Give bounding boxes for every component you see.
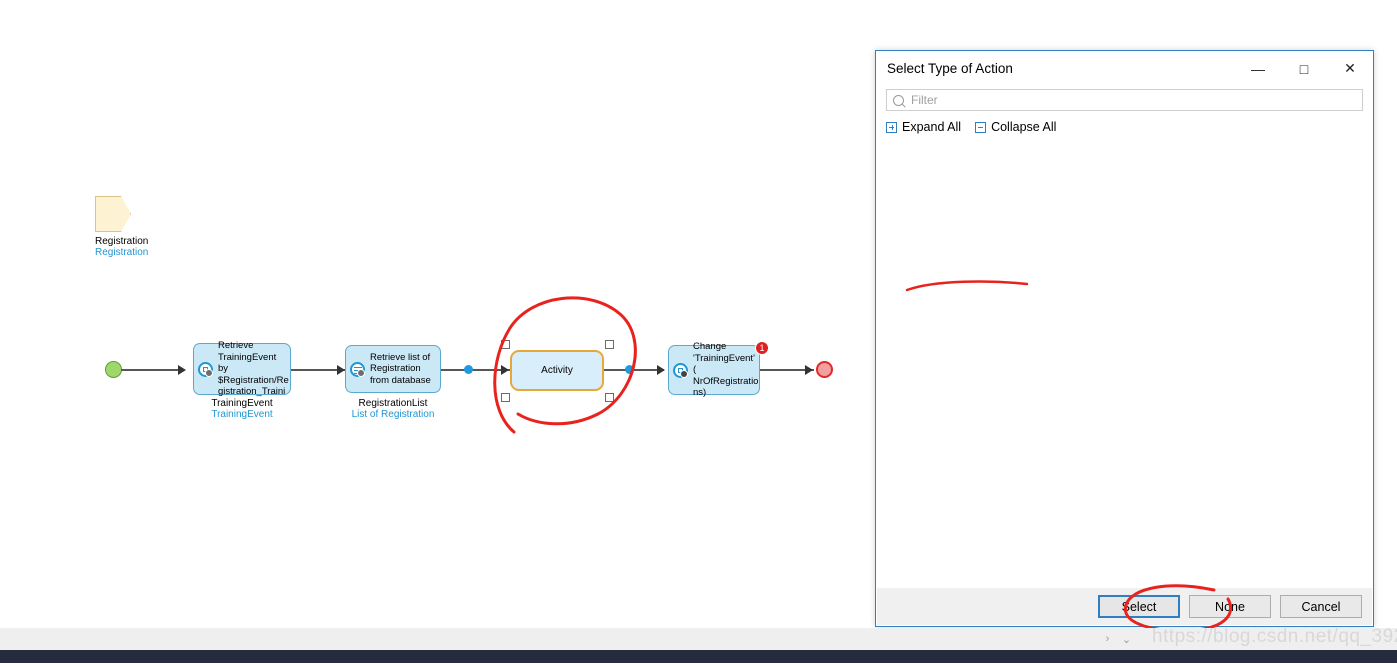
flow-connector-dot[interactable] [625, 365, 634, 374]
filter-input[interactable]: Filter [886, 89, 1363, 111]
flow-connector-dot[interactable] [464, 365, 473, 374]
change-object-icon [673, 362, 688, 378]
resize-handle-top-left[interactable] [501, 340, 510, 349]
activity-error-badge[interactable]: 1 [755, 341, 769, 355]
cancel-button[interactable]: Cancel [1280, 595, 1362, 618]
flow-arrowhead [337, 365, 345, 375]
activity-label: Activity [541, 364, 573, 376]
filter-placeholder: Filter [911, 93, 938, 107]
activity-label: Change 'TrainingEvent' ( NrOfRegistratio… [693, 341, 759, 399]
microflow-parameter[interactable]: Registration Registration [95, 196, 148, 258]
activity-caption-1: TrainingEvent TrainingEvent [193, 398, 291, 420]
expand-all-label: Expand All [902, 120, 962, 134]
caption-name: TrainingEvent [211, 398, 273, 409]
status-nav-arrows[interactable]: › ⌄ [1098, 628, 1136, 650]
caption-type: List of Registration [351, 409, 435, 420]
resize-handle-bottom-right[interactable] [605, 393, 614, 402]
activity-retrieve-registration-list[interactable]: Retrieve list of Registration from datab… [345, 345, 441, 393]
collapse-all-label: Collapse All [991, 120, 1057, 134]
dialog-title: Select Type of Action [887, 61, 1013, 76]
taskbar [0, 650, 1397, 663]
parameter-shape [95, 196, 131, 232]
activity-caption-2: RegistrationList List of Registration [341, 398, 445, 420]
parameter-type: Registration [95, 247, 149, 258]
flow-connector [121, 369, 179, 371]
expand-all-icon [886, 121, 897, 133]
minimize-button[interactable]: — [1235, 52, 1281, 86]
none-button[interactable]: None [1189, 595, 1271, 618]
nav-down-icon[interactable]: ⌄ [1117, 633, 1136, 646]
caption-type: TrainingEvent [211, 409, 273, 420]
flow-arrowhead [501, 365, 509, 375]
microflow-start-node[interactable] [105, 361, 122, 378]
select-button[interactable]: Select [1098, 595, 1180, 618]
collapse-all-button[interactable]: Collapse All [975, 120, 1056, 134]
activity-label: Retrieve TrainingEvent by $Registration/… [218, 340, 289, 398]
dialog-title-bar[interactable]: Select Type of Action — □ ✕ [876, 51, 1373, 86]
select-type-of-action-dialog[interactable]: Select Type of Action — □ ✕ Filter Expan… [875, 50, 1374, 627]
collapse-all-icon [975, 121, 987, 133]
activity-selected[interactable]: Activity [510, 350, 604, 391]
expand-collapse-toolbar: Expand All Collapse All [886, 115, 1363, 139]
activity-change-trainingevent[interactable]: Change 'TrainingEvent' ( NrOfRegistratio… [668, 341, 760, 398]
maximize-button[interactable]: □ [1281, 52, 1327, 86]
activity-label: Retrieve list of Registration from datab… [370, 351, 431, 386]
dialog-body: Filter Expand All Collapse All [876, 89, 1373, 139]
caption-name: RegistrationList [358, 398, 428, 409]
search-icon [893, 94, 904, 106]
flow-arrowhead [178, 365, 186, 375]
nav-next-icon[interactable]: › [1098, 633, 1117, 645]
microflow-end-node[interactable] [816, 361, 833, 378]
watermark: https://blog.csdn.net/qq_39245017 [1152, 626, 1397, 647]
flow-arrowhead [805, 365, 813, 375]
retrieve-object-icon [198, 361, 213, 377]
parameter-name: Registration [95, 236, 149, 247]
flow-arrowhead [657, 365, 665, 375]
close-button[interactable]: ✕ [1327, 52, 1373, 86]
dialog-footer: Select None Cancel [877, 588, 1372, 625]
activity-retrieve-trainingevent[interactable]: Retrieve TrainingEvent by $Registration/… [193, 340, 291, 398]
flow-connector [604, 369, 664, 371]
expand-all-button[interactable]: Expand All [886, 120, 961, 134]
resize-handle-bottom-left[interactable] [501, 393, 510, 402]
resize-handle-top-right[interactable] [605, 340, 614, 349]
retrieve-list-icon [350, 361, 365, 377]
